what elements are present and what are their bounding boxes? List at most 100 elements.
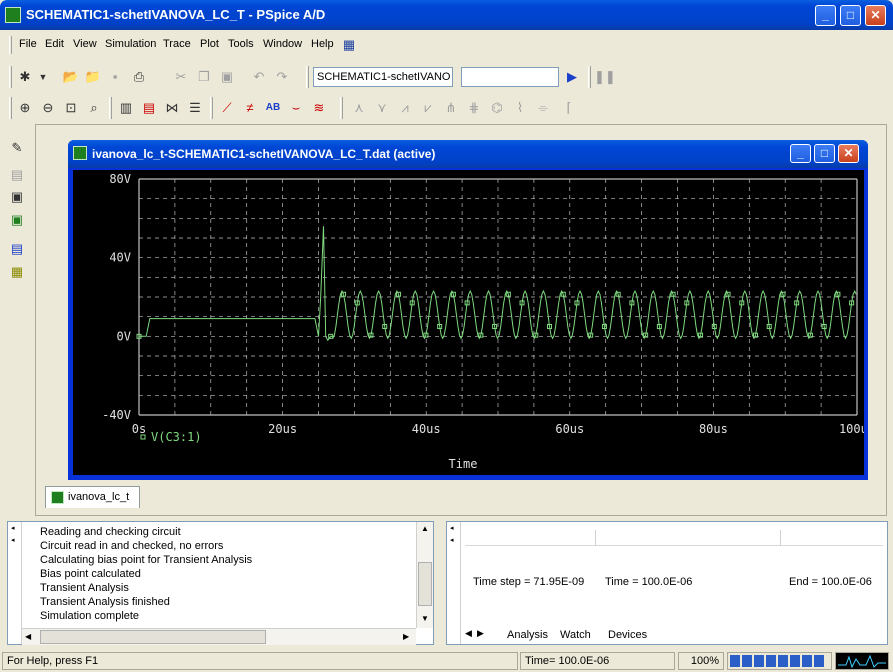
scroll-up-icon[interactable]: ▲	[421, 524, 429, 533]
pane-left-arrow-icon[interactable]: ◂	[11, 536, 15, 544]
toolbar-grip[interactable]	[109, 97, 112, 119]
print-icon[interactable]: ⎙	[130, 68, 148, 86]
menu-simulation[interactable]: Simulation	[105, 38, 156, 50]
open-folder-icon[interactable]: 📂	[62, 68, 80, 86]
context-help-icon[interactable]: ▦	[340, 36, 358, 54]
view-netlist-icon[interactable]: ▦	[8, 263, 26, 281]
toggle-cursor-icon[interactable]: AB	[264, 99, 282, 117]
log-line: Simulation complete	[40, 610, 140, 622]
toolbar-grip[interactable]	[588, 66, 591, 88]
progress-cell	[742, 655, 752, 667]
toolbar-grip[interactable]	[306, 66, 309, 88]
status-time: Time= 100.0E-06	[520, 652, 675, 670]
add-trace-icon[interactable]: ⟋	[218, 99, 236, 117]
edit-profile-icon[interactable]: ▣	[8, 188, 26, 206]
new-icon[interactable]: ✱	[16, 68, 34, 86]
toggle-symbols-icon[interactable]: ≋	[310, 99, 328, 117]
cursor-max-icon[interactable]: ⋔	[442, 99, 460, 117]
tab-scroll-left-icon[interactable]: ◀	[465, 628, 472, 639]
toolbar-row-1: ✱ ▼ 📂 📁 ▪ ⎙ ✂ ❐ ▣ ↶ ↷ SCHEMATIC1-schetIV…	[0, 62, 893, 92]
cursor-peak-icon[interactable]: ⋏	[350, 99, 368, 117]
log-x-axis-icon[interactable]: ▥	[117, 99, 135, 117]
plot-close-button[interactable]: ✕	[838, 144, 859, 163]
close-button[interactable]: ✕	[865, 5, 886, 26]
zoom-area-icon[interactable]: ⊡	[62, 99, 80, 117]
menu-edit[interactable]: Edit	[45, 38, 64, 50]
tab-devices[interactable]: Devices	[608, 629, 647, 641]
toolbar-grip[interactable]	[340, 97, 343, 119]
zoom-fit-icon[interactable]: ⌕	[85, 99, 103, 117]
scroll-left-icon[interactable]: ◀	[25, 632, 31, 641]
redo-icon[interactable]: ↷	[273, 68, 291, 86]
cursor-previous-transition-icon[interactable]: ⌯	[534, 99, 552, 117]
performance-analysis-icon[interactable]: ⋈	[163, 99, 181, 117]
log-vertical-scrollbar[interactable]: ▲ ▼	[416, 522, 433, 628]
menu-tools[interactable]: Tools	[228, 38, 254, 50]
menu-plot[interactable]: Plot	[200, 38, 219, 50]
view-simulation-results-icon[interactable]: ▤	[8, 240, 26, 258]
pane-left-arrow-icon[interactable]: ◂	[450, 536, 454, 544]
waveform-chart: 80V 40V 0V -40V0s 20us 40us 60us 80us 100us Time V…	[102, 172, 864, 471]
tab-watch[interactable]: Watch	[560, 629, 591, 641]
undo-icon[interactable]: ↶	[250, 68, 268, 86]
cursor-min-icon[interactable]: ⩗	[419, 99, 437, 117]
plot-minimize-button[interactable]: _	[790, 144, 811, 163]
toolbar-grip[interactable]	[9, 66, 12, 88]
maximize-button[interactable]: □	[840, 5, 861, 26]
document-tab[interactable]: ivanova_lc_t	[45, 486, 140, 508]
plot-maximize-button[interactable]: □	[814, 144, 835, 163]
chevron-down-icon[interactable]: ▼	[34, 68, 52, 86]
log-horizontal-scrollbar[interactable]: ◀ ▶	[22, 628, 416, 645]
cursor-trough-icon[interactable]: ⋎	[373, 99, 391, 117]
simulation-profile-select[interactable]: SCHEMATIC1-schetIVANO	[313, 67, 453, 87]
waveform-plot[interactable]: 80V 40V 0V -40V0s 20us 40us 60us 80us 100us Time V…	[73, 170, 864, 475]
pause-icon[interactable]: ❚❚	[594, 68, 616, 86]
probe-search-input[interactable]	[461, 67, 559, 87]
toolbar-grip[interactable]	[9, 97, 12, 119]
fourier-icon[interactable]: ▤	[140, 99, 158, 117]
zoom-out-icon[interactable]: ⊖	[39, 99, 57, 117]
scroll-right-icon[interactable]: ▶	[403, 632, 409, 641]
cursor-point-icon[interactable]: ⋕	[465, 99, 483, 117]
save-icon[interactable]: ▪	[106, 68, 124, 86]
scroll-down-icon[interactable]: ▼	[421, 614, 429, 623]
cursor-search-icon[interactable]: ⌬	[488, 99, 506, 117]
menu-help[interactable]: Help	[311, 38, 334, 50]
zoom-in-icon[interactable]: ⊕	[16, 99, 34, 117]
menu-trace[interactable]: Trace	[163, 38, 191, 50]
x-tick-label: 80us	[699, 422, 728, 436]
menu-window[interactable]: Window	[263, 38, 302, 50]
toolbar-grip[interactable]	[210, 97, 213, 119]
cut-icon[interactable]: ✂	[172, 68, 190, 86]
cursor-next-transition-icon[interactable]: ⌇	[511, 99, 529, 117]
log-hscroll-thumb[interactable]	[40, 630, 266, 644]
eval-measurement-icon[interactable]: ≠	[241, 99, 259, 117]
time-value: Time = 100.0E-06	[605, 576, 693, 588]
pin-icon[interactable]: ✎	[8, 139, 26, 157]
open-simulation-icon[interactable]: 📁	[84, 68, 102, 86]
cursor-slope-icon[interactable]: ⩘	[396, 99, 414, 117]
menu-grip[interactable]	[9, 36, 12, 54]
pane-side-toolbar: ◂ ◂	[8, 522, 22, 644]
progress-cell	[730, 655, 740, 667]
tab-analysis[interactable]: Analysis	[507, 629, 548, 641]
log-y-axis-icon[interactable]: ☰	[186, 99, 204, 117]
menu-file[interactable]: File	[19, 38, 37, 50]
minimize-button[interactable]: _	[815, 5, 836, 26]
plot-window-title-bar[interactable]: ivanova_lc_t-SCHEMATIC1-schetIVANOVA_LC_…	[68, 140, 868, 168]
pane-left-arrow-icon[interactable]: ◂	[11, 524, 15, 532]
log-line: Transient Analysis finished	[40, 596, 170, 608]
paste-icon[interactable]: ▣	[218, 68, 236, 86]
menu-view[interactable]: View	[73, 38, 97, 50]
log-scroll-thumb[interactable]	[418, 562, 432, 606]
run-simulation-icon[interactable]: ▶	[563, 68, 581, 86]
label-point-icon[interactable]: ⌈	[560, 99, 578, 117]
tab-scroll-right-icon[interactable]: ▶	[477, 628, 484, 639]
analysis-pane: ◂ ◂ Time step = 71.95E-09 Time = 100.0E-…	[446, 521, 888, 645]
view-output-icon[interactable]: ▣	[8, 211, 26, 229]
simulation-profile-icon[interactable]: ▤	[8, 166, 26, 184]
status-percent: 100%	[678, 652, 724, 670]
copy-icon[interactable]: ❐	[195, 68, 213, 86]
pane-left-arrow-icon[interactable]: ◂	[450, 524, 454, 532]
mark-data-points-icon[interactable]: ⌣	[287, 99, 305, 117]
